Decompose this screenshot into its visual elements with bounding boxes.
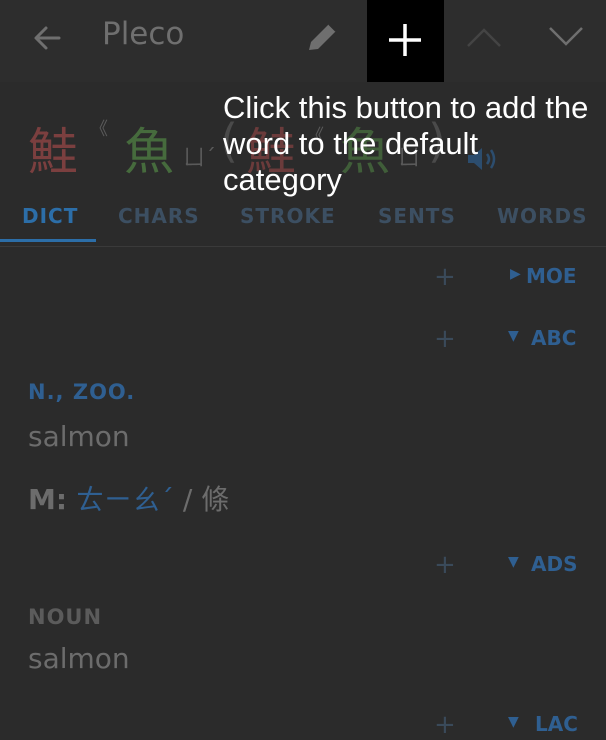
part-of-speech: N., ZOO.: [28, 380, 136, 404]
plus-icon: [389, 24, 421, 56]
measure-char[interactable]: 條: [201, 483, 229, 516]
definition: salmon: [28, 642, 130, 675]
add-icon[interactable]: +: [434, 324, 456, 354]
tab-dict[interactable]: DICT: [22, 204, 78, 228]
tab-words[interactable]: WORDS: [497, 204, 587, 228]
chevron-up-icon[interactable]: [464, 24, 504, 50]
tab-stroke[interactable]: STROKE: [240, 204, 336, 228]
measure-separator: /: [182, 483, 193, 516]
headword-char-1: 鮭: [28, 123, 78, 181]
app-title: Pleco: [102, 16, 185, 52]
expand-arrow-icon: ▼: [508, 328, 519, 344]
tab-sents[interactable]: SENTS: [378, 204, 456, 228]
definition: salmon: [28, 420, 130, 453]
chevron-down-icon[interactable]: [546, 24, 586, 50]
dict-name: LAC: [535, 712, 578, 736]
measure-label: M:: [28, 483, 68, 516]
dict-name: ABC: [531, 326, 577, 350]
dict-name: ADS: [531, 552, 578, 576]
headword-bopomofo-2: ㄩˊ: [183, 146, 217, 171]
add-icon[interactable]: +: [434, 550, 456, 580]
add-icon[interactable]: +: [434, 710, 456, 740]
add-to-category-button[interactable]: [367, 0, 444, 82]
measure-bopomofo[interactable]: ㄊㄧㄠˊ: [76, 483, 174, 516]
pencil-icon[interactable]: [303, 20, 343, 56]
collapse-arrow-icon: ▶: [510, 266, 521, 282]
expand-arrow-icon: ▼: [508, 554, 519, 570]
add-icon[interactable]: +: [434, 262, 456, 292]
expand-arrow-icon: ▼: [508, 714, 519, 730]
part-of-speech: NOUN: [28, 605, 103, 629]
back-arrow-icon[interactable]: [31, 22, 63, 54]
tab-bar: DICT CHARS STROKE SENTS WORDS: [0, 196, 606, 247]
dict-name: MOE: [526, 264, 577, 288]
tab-chars[interactable]: CHARS: [118, 204, 200, 228]
headword-char-2: 魚: [124, 123, 174, 181]
active-tab-indicator: [0, 239, 96, 242]
tutorial-tooltip: Click this button to add the word to the…: [223, 90, 589, 197]
app-bar: Pleco: [0, 0, 606, 82]
measure-word-line: M: ㄊㄧㄠˊ / 條: [28, 478, 229, 518]
headword-bopomofo-1: 《: [90, 119, 108, 140]
